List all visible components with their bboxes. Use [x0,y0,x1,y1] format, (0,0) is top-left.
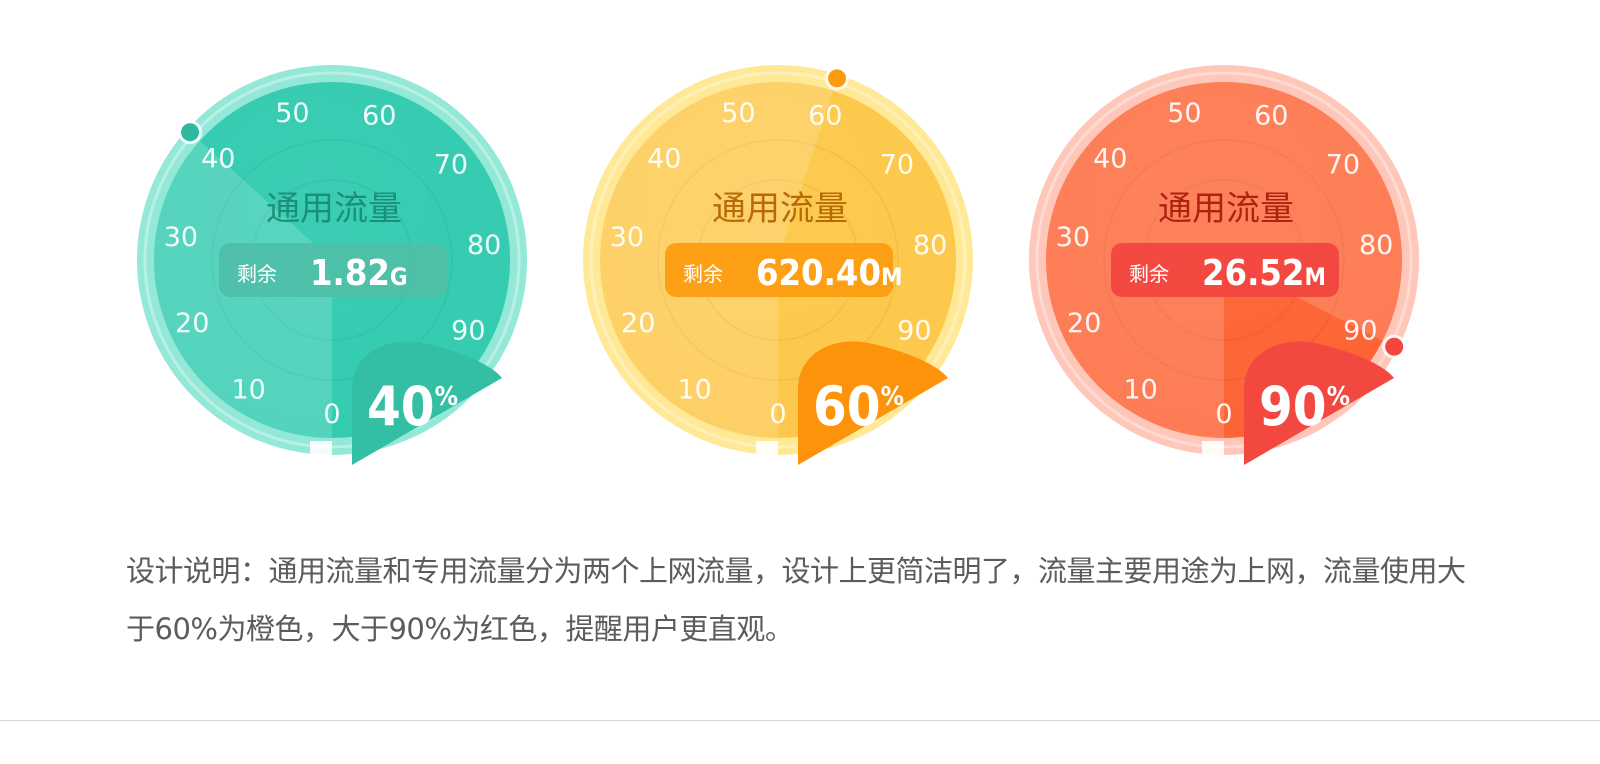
scale-label-10: 10 [677,374,711,405]
scale-label-40: 40 [647,144,681,175]
gauge-green: 0102030405060708090100通用流量剩余1.82G40% [137,65,527,465]
gauge-zero-notch [756,441,778,457]
gauge-row: 0102030405060708090100通用流量剩余1.82G40%0102… [0,0,1600,500]
scale-label-30: 30 [1056,222,1090,253]
scale-label-20: 20 [1067,308,1101,339]
gauge-zero-notch [1202,441,1224,457]
percent-text: 40% [367,375,458,438]
scale-label-70: 70 [434,150,468,181]
usage-marker [1385,337,1404,356]
scale-label-50: 50 [721,98,755,129]
scale-label-60: 60 [362,100,396,131]
gauge-zero-notch [310,441,332,457]
remaining-label: 剩余 [683,262,723,286]
percent-sign: % [881,382,904,412]
scale-label-90: 90 [897,315,931,346]
scale-label-70: 70 [880,150,914,181]
scale-label-40: 40 [201,144,235,175]
remaining-number: 620.40 [756,253,881,294]
remaining-number: 26.52 [1202,253,1304,294]
percent-text: 60% [813,375,904,438]
remaining-unit: M [881,263,903,291]
scale-label-90: 90 [451,315,485,346]
percent-number: 60 [813,375,881,438]
scale-label-50: 50 [1167,98,1201,129]
gauge-title: 通用流量 [712,189,848,229]
gauge-red: 0102030405060708090100通用流量剩余26.52M90% [1029,65,1419,465]
scale-label-70: 70 [1326,150,1360,181]
scale-label-80: 80 [913,230,947,261]
percent-sign: % [435,382,458,412]
design-description: 设计说明：通用流量和专用流量分为两个上网流量，设计上更简洁明了，流量主要用途为上… [126,554,1466,646]
percent-sign: % [1327,382,1350,412]
percent-text: 90% [1259,375,1350,438]
scale-label-30: 30 [164,222,198,253]
usage-marker [828,69,847,88]
page: 0102030405060708090100通用流量剩余1.82G40%0102… [0,0,1600,764]
remaining-label: 剩余 [237,262,277,286]
scale-label-30: 30 [610,222,644,253]
percent-number: 40 [367,375,435,438]
gauge-canvas: 0102030405060708090100通用流量剩余1.82G40%0102… [137,65,1419,465]
scale-label-20: 20 [621,308,655,339]
scale-label-40: 40 [1093,144,1127,175]
remaining-unit: M [1304,263,1326,291]
gauge-title: 通用流量 [1158,189,1294,229]
scale-label-10: 10 [231,374,265,405]
scale-label-60: 60 [808,100,842,131]
gauge-title: 通用流量 [266,189,402,229]
scale-label-80: 80 [1359,230,1393,261]
scale-label-60: 60 [1254,100,1288,131]
scale-label-90: 90 [1343,315,1377,346]
scale-label-0: 0 [1215,399,1232,430]
remaining-number: 1.82 [310,253,390,294]
remaining-unit: G [390,263,408,291]
scale-label-0: 0 [323,399,340,430]
percent-number: 90 [1259,375,1327,438]
gauge-orange: 0102030405060708090100通用流量剩余620.40M60% [583,65,973,465]
scale-label-10: 10 [1123,374,1157,405]
bottom-divider [0,720,1600,721]
scale-label-20: 20 [175,308,209,339]
usage-marker [181,123,200,142]
remaining-value: 620.40M [756,253,902,294]
scale-label-50: 50 [275,98,309,129]
scale-label-80: 80 [467,230,501,261]
scale-label-0: 0 [769,399,786,430]
remaining-label: 剩余 [1129,262,1169,286]
